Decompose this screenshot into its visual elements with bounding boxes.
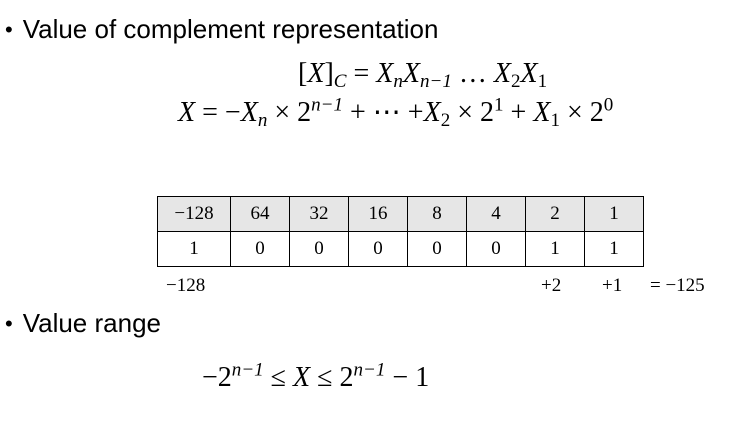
- times: ×: [267, 97, 298, 128]
- bullet-value-range: • Value range: [5, 308, 161, 339]
- minus: −: [202, 362, 218, 393]
- weight-cell: 8: [407, 196, 467, 232]
- bullet-dot: •: [5, 310, 13, 336]
- section-title: Value range: [22, 308, 161, 338]
- bit-cell: 0: [289, 231, 349, 267]
- bit-weight-table: −128 64 32 16 8 4 2 1 1 0 0 0 0 0 1 1: [157, 196, 644, 267]
- sum-term-plus-2: +2: [541, 275, 562, 296]
- base-2: 2: [480, 97, 495, 128]
- weight-cell: −128: [157, 196, 231, 232]
- plus: +: [343, 97, 373, 128]
- bracket-close: ]: [324, 58, 334, 89]
- complement-formula: [X]C = XnXn−1 … X2X1: [298, 58, 548, 92]
- bit-cell: 0: [230, 231, 290, 267]
- var-x: X: [493, 58, 511, 89]
- plus: +: [400, 97, 424, 128]
- var-x: X: [533, 97, 551, 128]
- sub-n: n: [257, 109, 268, 131]
- value-formula: X = −Xn × 2n−1 + ⋯ +X2 × 21 + X1 × 20: [178, 94, 614, 131]
- base-2: 2: [589, 97, 604, 128]
- times: ×: [450, 97, 481, 128]
- sub-1: 1: [550, 109, 560, 131]
- weight-cell: 2: [525, 196, 585, 232]
- var-x: X: [293, 362, 311, 393]
- base-2: 2: [217, 362, 232, 393]
- exp-1: 1: [494, 94, 504, 116]
- sum-result: = −125: [650, 275, 705, 296]
- exp-n-minus-1: n−1: [311, 94, 343, 116]
- weight-cell: 1: [584, 196, 644, 232]
- weight-cell: 16: [348, 196, 408, 232]
- equals: =: [346, 58, 377, 89]
- bit-cell: 1: [157, 231, 231, 267]
- sum-term-minus-128: −128: [166, 275, 206, 296]
- ellipsis: …: [451, 58, 494, 89]
- bracket-open: [: [298, 58, 308, 89]
- bit-cell: 1: [525, 231, 585, 267]
- var-x: X: [402, 58, 420, 89]
- sub-2: 2: [510, 70, 521, 92]
- bullet-dot: •: [5, 16, 13, 42]
- weight-cell: 4: [466, 196, 526, 232]
- weights-row: −128 64 32 16 8 4 2 1: [157, 196, 644, 232]
- section-title: Value of complement representation: [22, 14, 439, 44]
- sub-n: n: [393, 70, 403, 92]
- range-formula: −2n−1 ≤ X ≤ 2n−1 − 1: [202, 359, 430, 394]
- bits-row: 1 0 0 0 0 0 1 1: [157, 231, 644, 267]
- weight-cell: 64: [230, 196, 290, 232]
- leq: ≤: [310, 362, 340, 393]
- bit-cell: 0: [407, 231, 467, 267]
- bit-cell: 0: [466, 231, 526, 267]
- times: ×: [559, 97, 590, 128]
- exp-n-minus-1: n−1: [231, 359, 264, 381]
- var-x: X: [520, 58, 538, 89]
- equals-minus: = −: [195, 97, 241, 128]
- var-x: X: [307, 58, 325, 89]
- minus-one: − 1: [385, 362, 430, 393]
- exp-0: 0: [603, 94, 614, 116]
- sum-term-plus-1: +1: [602, 275, 623, 296]
- sub-1: 1: [537, 70, 548, 92]
- bit-cell: 1: [584, 231, 644, 267]
- var-x: X: [376, 58, 394, 89]
- sub-n-minus-1: n−1: [420, 70, 452, 92]
- var-x: X: [423, 97, 441, 128]
- bullet-value-of-complement: • Value of complement representation: [5, 14, 438, 45]
- base-2: 2: [297, 97, 312, 128]
- leq: ≤: [263, 362, 294, 393]
- base-2: 2: [339, 362, 354, 393]
- bit-cell: 0: [348, 231, 408, 267]
- plus: +: [503, 97, 534, 128]
- var-x: X: [240, 97, 258, 128]
- var-x: X: [178, 97, 196, 128]
- sub-c: C: [333, 70, 347, 92]
- exp-n-minus-1: n−1: [353, 359, 386, 381]
- sub-2: 2: [440, 109, 451, 131]
- cdots: ⋯: [372, 97, 401, 128]
- weight-cell: 32: [289, 196, 349, 232]
